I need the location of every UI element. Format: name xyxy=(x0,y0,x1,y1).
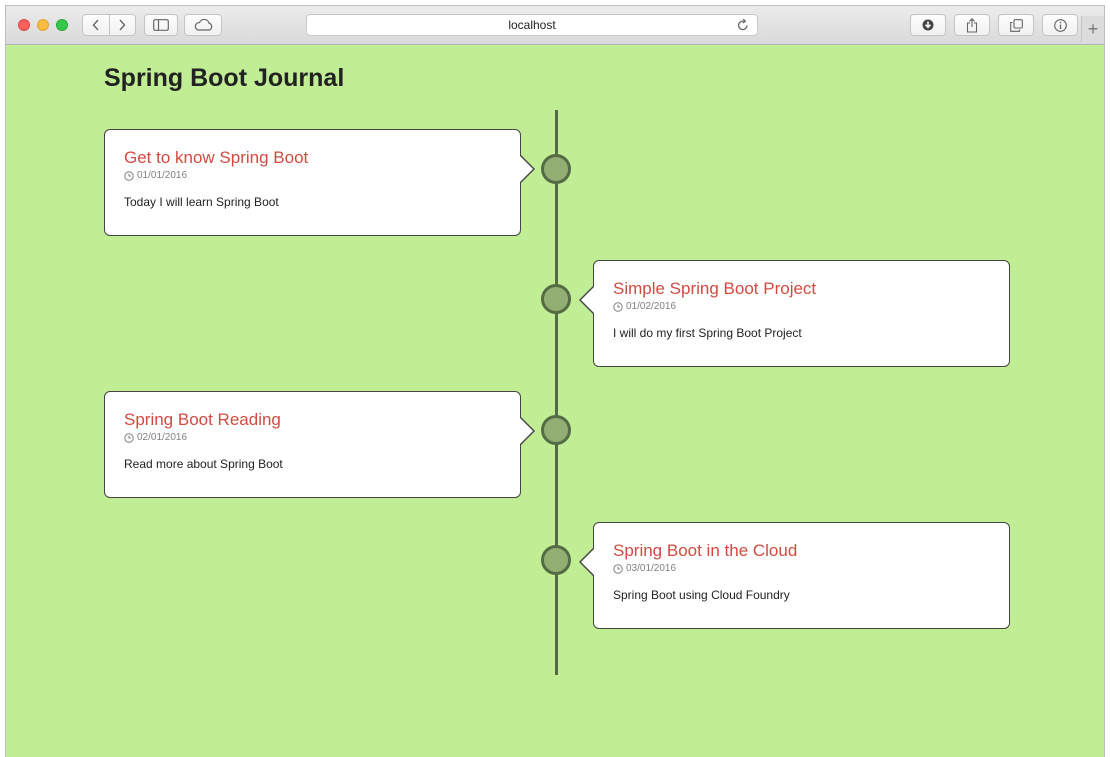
timeline-entry: Spring Boot in the Cloud 03/01/2016 Spri… xyxy=(579,522,1010,629)
entry-title: Simple Spring Boot Project xyxy=(613,279,817,298)
share-button[interactable] xyxy=(954,14,990,36)
cloud-icon xyxy=(194,19,213,31)
reload-icon[interactable] xyxy=(737,18,749,35)
download-icon xyxy=(922,19,934,31)
entry-summary: Spring Boot using Cloud Foundry xyxy=(613,588,790,602)
timeline-node xyxy=(541,545,571,575)
sidebar-icon xyxy=(153,19,169,31)
clock-icon xyxy=(613,302,623,312)
chevron-left-icon xyxy=(92,19,99,31)
info-icon xyxy=(1053,18,1067,32)
tabs-overview-button[interactable] xyxy=(998,14,1034,36)
info-button[interactable] xyxy=(1042,14,1078,36)
timeline-entry: Simple Spring Boot Project 01/02/2016 I … xyxy=(579,260,1010,367)
card-pointer-fill xyxy=(581,549,594,575)
timeline-node xyxy=(541,154,571,184)
timeline-node xyxy=(541,415,571,445)
downloads-button[interactable] xyxy=(910,14,946,36)
forward-button[interactable] xyxy=(108,15,136,35)
close-window-button[interactable] xyxy=(18,19,30,31)
timeline-line xyxy=(555,110,558,675)
sidebar-button[interactable] xyxy=(144,14,178,36)
entry-title: Get to know Spring Boot xyxy=(124,148,309,167)
zoom-window-button[interactable] xyxy=(56,19,68,31)
entry-title: Spring Boot Reading xyxy=(124,410,281,429)
address-bar[interactable]: localhost xyxy=(306,14,758,36)
address-text: localhost xyxy=(508,18,556,32)
timeline-entry: Spring Boot Reading 02/01/2016 Read more… xyxy=(104,391,535,498)
entry-summary: I will do my first Spring Boot Project xyxy=(613,326,802,340)
entry-date: 03/01/2016 xyxy=(613,563,990,575)
browser-toolbar: localhost + xyxy=(6,6,1104,45)
share-icon xyxy=(966,17,978,33)
timeline-node xyxy=(541,284,571,314)
card-pointer-fill xyxy=(520,418,533,444)
browser-window: localhost + Spring Boot Journal Get to k… xyxy=(5,5,1105,757)
entry-date: 01/02/2016 xyxy=(613,301,990,313)
clock-icon xyxy=(124,433,134,443)
entry-title: Spring Boot in the Cloud xyxy=(613,541,798,560)
new-tab-button[interactable]: + xyxy=(1081,16,1104,42)
navigation-buttons xyxy=(82,14,136,36)
back-button[interactable] xyxy=(83,15,109,35)
card-pointer-fill xyxy=(581,287,594,313)
tabs-overview-icon xyxy=(1009,18,1023,32)
clock-icon xyxy=(124,171,134,181)
clock-icon xyxy=(613,564,623,574)
entry-summary: Read more about Spring Boot xyxy=(124,457,283,471)
entry-date-text: 02/01/2016 xyxy=(137,432,188,443)
entry-date-text: 01/02/2016 xyxy=(626,301,677,312)
entry-date: 01/01/2016 xyxy=(124,170,501,182)
entry-summary: Today I will learn Spring Boot xyxy=(124,195,279,209)
entry-date-text: 01/01/2016 xyxy=(137,170,188,181)
entry-date: 02/01/2016 xyxy=(124,432,501,444)
card-pointer-fill xyxy=(520,156,533,182)
icloud-tabs-button[interactable] xyxy=(184,14,222,36)
minimize-window-button[interactable] xyxy=(37,19,49,31)
page-title: Spring Boot Journal xyxy=(104,64,345,92)
entry-date-text: 03/01/2016 xyxy=(626,563,677,574)
chevron-right-icon xyxy=(119,19,126,31)
timeline-entry: Get to know Spring Boot 01/01/2016 Today… xyxy=(104,129,535,236)
